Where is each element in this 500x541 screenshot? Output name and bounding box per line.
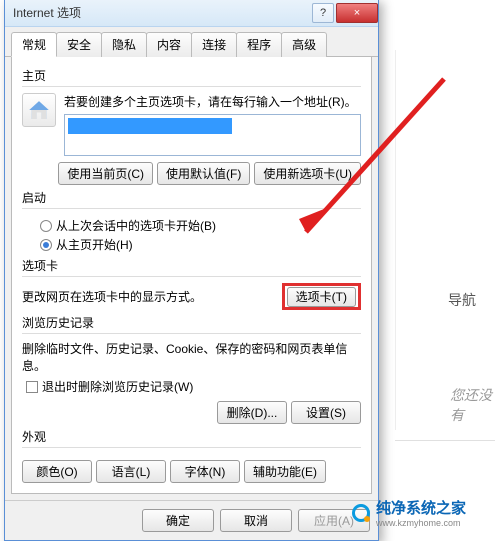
homepage-desc: 若要创建多个主页选项卡，请在每行输入一个地址(R)。 bbox=[64, 93, 361, 110]
homepage-label: 主页 bbox=[22, 67, 361, 84]
watermark-url: www.kzmyhome.com bbox=[376, 518, 466, 528]
home-icon bbox=[22, 93, 56, 127]
languages-button[interactable]: 语言(L) bbox=[96, 460, 166, 483]
tab-connections[interactable]: 连接 bbox=[191, 32, 237, 57]
tab-privacy[interactable]: 隐私 bbox=[101, 32, 147, 57]
tab-panel-general: 主页 若要创建多个主页选项卡，请在每行输入一个地址(R)。 ██████████… bbox=[11, 57, 372, 494]
accessibility-button[interactable]: 辅助功能(E) bbox=[244, 460, 326, 483]
tab-programs[interactable]: 程序 bbox=[236, 32, 282, 57]
tab-security[interactable]: 安全 bbox=[56, 32, 102, 57]
dialog-footer: 确定 取消 应用(A) bbox=[5, 500, 378, 540]
help-button[interactable]: ? bbox=[312, 3, 334, 23]
delete-on-exit-checkbox[interactable]: 退出时删除浏览历史记录(W) bbox=[26, 378, 361, 395]
titlebar[interactable]: Internet 选项 ? × bbox=[5, 0, 378, 27]
use-current-button[interactable]: 使用当前页(C) bbox=[58, 162, 153, 185]
close-button[interactable]: × bbox=[336, 3, 378, 23]
startup-label: 启动 bbox=[22, 189, 361, 206]
watermark-name: 纯净系统之家 bbox=[376, 500, 466, 517]
fonts-button[interactable]: 字体(N) bbox=[170, 460, 240, 483]
tabs-section-desc: 更改网页在选项卡中的显示方式。 bbox=[22, 288, 272, 305]
ok-button[interactable]: 确定 bbox=[142, 509, 214, 532]
delete-button[interactable]: 删除(D)... bbox=[217, 401, 287, 424]
history-desc: 删除临时文件、历史记录、Cookie、保存的密码和网页表单信息。 bbox=[22, 340, 361, 374]
appearance-label: 外观 bbox=[22, 428, 361, 445]
use-default-button[interactable]: 使用默认值(F) bbox=[157, 162, 250, 185]
delete-on-exit-label: 退出时删除浏览历史记录(W) bbox=[42, 378, 193, 395]
startup-last-session-radio[interactable]: 从上次会话中的选项卡开始(B) bbox=[40, 217, 361, 234]
tab-strip: 常规 安全 隐私 内容 连接 程序 高级 bbox=[5, 27, 378, 57]
watermark: 纯净系统之家 www.kzmyhome.com bbox=[352, 497, 466, 528]
startup-homepage-label: 从主页开始(H) bbox=[56, 236, 133, 253]
window-title: Internet 选项 bbox=[13, 4, 81, 21]
tabs-button[interactable]: 选项卡(T) bbox=[287, 287, 356, 307]
bg-nav-label: 导航 bbox=[448, 290, 476, 310]
tab-advanced[interactable]: 高级 bbox=[281, 32, 327, 57]
settings-button[interactable]: 设置(S) bbox=[291, 401, 361, 424]
tab-content[interactable]: 内容 bbox=[146, 32, 192, 57]
tabs-button-highlight: 选项卡(T) bbox=[282, 283, 361, 310]
tabs-section-label: 选项卡 bbox=[22, 257, 361, 274]
startup-homepage-radio[interactable]: 从主页开始(H) bbox=[40, 236, 361, 253]
watermark-logo-icon bbox=[352, 504, 370, 522]
startup-last-session-label: 从上次会话中的选项卡开始(B) bbox=[56, 217, 216, 234]
history-label: 浏览历史记录 bbox=[22, 314, 361, 331]
bg-hint-text: 您还没有 bbox=[450, 385, 500, 425]
tab-general[interactable]: 常规 bbox=[11, 32, 57, 57]
internet-options-dialog: Internet 选项 ? × 常规 安全 隐私 内容 连接 程序 高级 主页 … bbox=[4, 0, 379, 541]
colors-button[interactable]: 颜色(O) bbox=[22, 460, 92, 483]
use-new-tab-button[interactable]: 使用新选项卡(U) bbox=[254, 162, 361, 185]
homepage-url-input[interactable]: ████████████ bbox=[64, 114, 361, 156]
cancel-button[interactable]: 取消 bbox=[220, 509, 292, 532]
